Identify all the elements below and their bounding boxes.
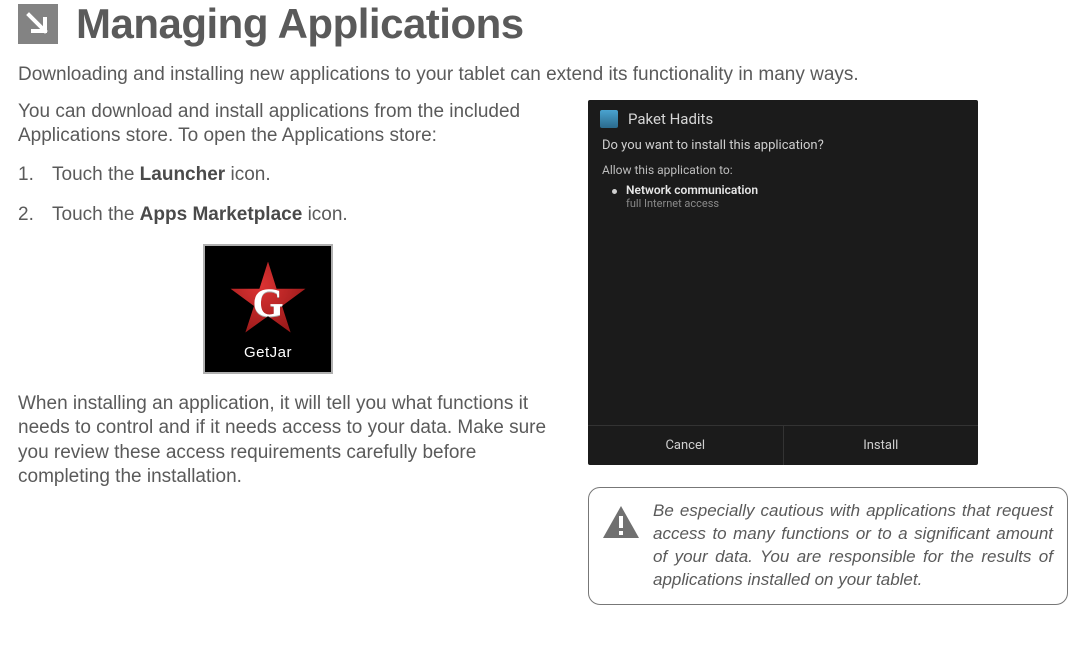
intro-text: Downloading and installing new applicati… bbox=[0, 58, 1090, 86]
permission-sub: full Internet access bbox=[626, 197, 964, 210]
step-text: Touch the Apps Marketplace icon. bbox=[52, 203, 348, 228]
android-install-dialog: Paket Hadits Do you want to install this… bbox=[588, 100, 978, 465]
step-bold: Apps Marketplace bbox=[140, 204, 303, 225]
dialog-app-name: Paket Hadits bbox=[628, 110, 713, 128]
cancel-button[interactable]: Cancel bbox=[588, 426, 783, 465]
step-1: 1. Touch the Launcher icon. bbox=[18, 163, 558, 188]
step-text: Touch the Launcher icon. bbox=[52, 163, 271, 188]
step-number: 2. bbox=[18, 203, 52, 228]
dialog-question: Do you want to install this application? bbox=[588, 136, 978, 163]
page-title: Managing Applications bbox=[76, 0, 524, 48]
app-small-icon bbox=[600, 110, 618, 128]
getjar-label: GetJar bbox=[244, 344, 292, 361]
caution-text: Be especially cautious with applications… bbox=[653, 500, 1053, 592]
step-number: 1. bbox=[18, 163, 52, 188]
dialog-permission-item: Network communication full Internet acce… bbox=[588, 183, 978, 210]
arrow-down-right-icon bbox=[18, 4, 58, 44]
permission-head: Network communication bbox=[626, 183, 964, 197]
getjar-app-icon: G GetJar bbox=[203, 244, 333, 374]
step-prefix: Touch the bbox=[52, 204, 140, 225]
getjar-star-icon: G bbox=[229, 262, 307, 340]
caution-callout: Be especially cautious with applications… bbox=[588, 487, 1068, 605]
install-button[interactable]: Install bbox=[783, 426, 979, 465]
warning-icon bbox=[601, 504, 641, 545]
getjar-letter: G bbox=[252, 279, 283, 326]
step-prefix: Touch the bbox=[52, 164, 140, 185]
store-intro-text: You can download and install application… bbox=[18, 100, 558, 149]
install-warning-text: When installing an application, it will … bbox=[18, 392, 558, 489]
step-bold: Launcher bbox=[140, 164, 226, 185]
step-suffix: icon. bbox=[302, 204, 347, 225]
dialog-allow-label: Allow this application to: bbox=[588, 163, 978, 183]
step-suffix: icon. bbox=[225, 164, 270, 185]
step-2: 2. Touch the Apps Marketplace icon. bbox=[18, 203, 558, 228]
